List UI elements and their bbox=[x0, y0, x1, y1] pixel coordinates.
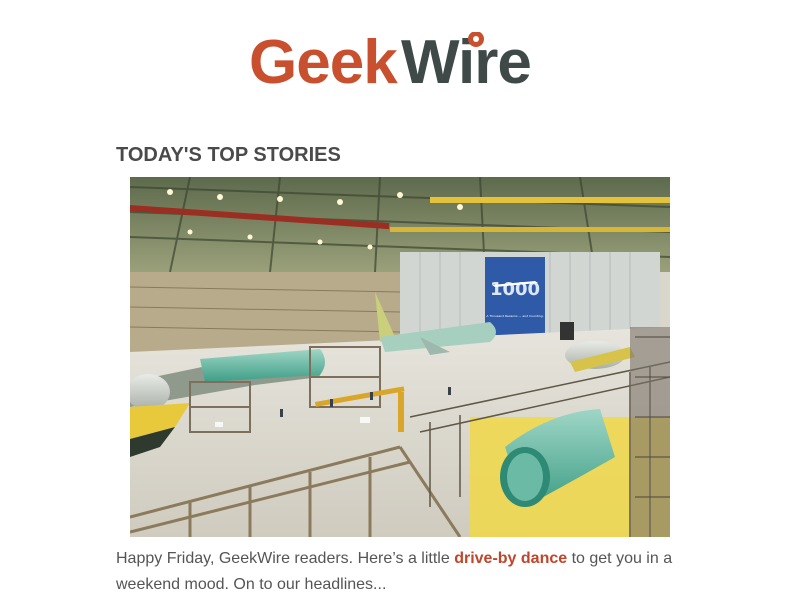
intro-text-start: Happy Friday, GeekWire readers. Here’s a… bbox=[116, 550, 455, 567]
svg-text:A Thousand Reasons — and Count: A Thousand Reasons — and Counting. bbox=[486, 314, 543, 318]
geekwire-logo-svg: Geek Wire bbox=[249, 26, 532, 97]
intro-paragraph: Happy Friday, GeekWire readers. Here’s a… bbox=[116, 546, 686, 598]
section-heading-top-stories: TODAY'S TOP STORIES bbox=[116, 144, 341, 166]
logo-text-geek: Geek bbox=[249, 28, 398, 92]
logo-text-wire: Wire bbox=[401, 28, 531, 92]
geekwire-logo[interactable]: Geek Wire bbox=[249, 26, 554, 97]
factory-banner: 1000 A Thousand Reasons — and Counting. bbox=[485, 257, 545, 335]
drive-by-dance-link[interactable]: drive-by dance bbox=[454, 550, 567, 567]
factory-photo-icon: 1000 A Thousand Reasons — and Counting. bbox=[130, 177, 670, 537]
hero-image[interactable]: 1000 A Thousand Reasons — and Counting. bbox=[130, 177, 670, 537]
